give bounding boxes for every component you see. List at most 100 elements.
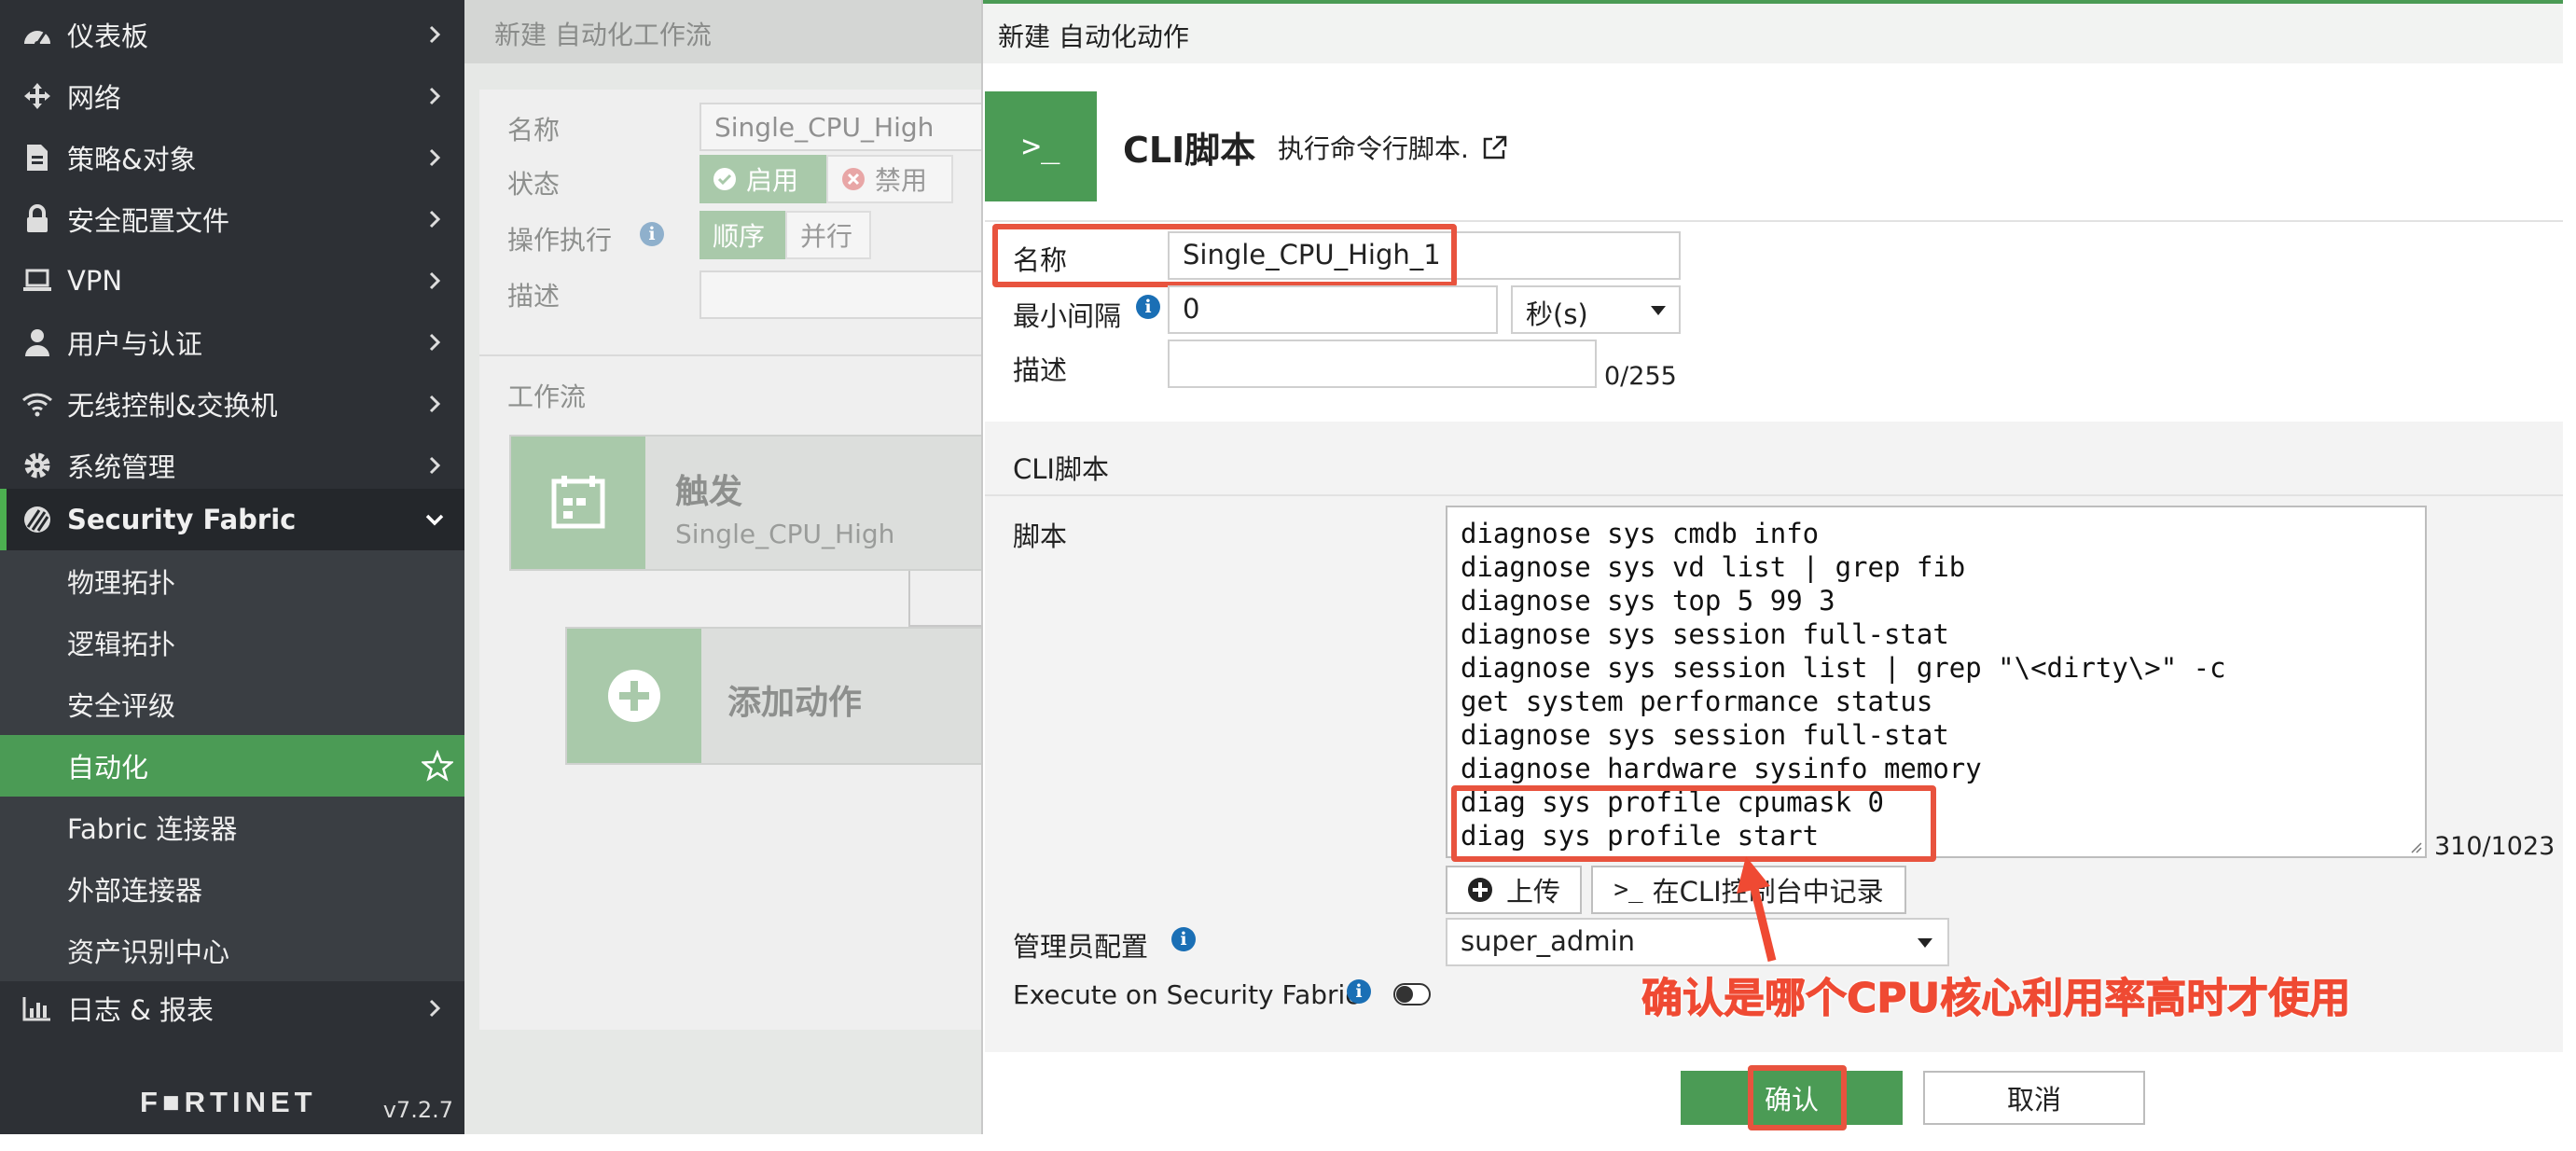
chevron-right-icon [429, 999, 441, 1018]
gear-icon [21, 449, 54, 482]
sidebar-item-policy-objects[interactable]: 策略&对象 [0, 127, 464, 188]
version-label: v7.2.7 [382, 1097, 453, 1123]
sidebar-item-vpn[interactable]: VPN [0, 250, 464, 312]
network-arrows-icon [21, 79, 54, 113]
cancel-button[interactable]: 取消 [1923, 1071, 2145, 1125]
sidebar-item-system[interactable]: 系统管理 [0, 435, 464, 496]
sidebar-item-label: 日志 & 报表 [67, 994, 215, 1026]
connector-line [908, 571, 910, 627]
caret-down-icon [1651, 306, 1666, 315]
chevron-right-icon [429, 148, 441, 167]
dialog-title: 新建 自动化动作 [998, 21, 1189, 52]
script-line: diag sys profile cpumask 0 [1461, 786, 1884, 818]
sidebar-item-label: 用户与认证 [67, 328, 203, 360]
script-line: diag sys profile start [1461, 820, 1820, 852]
script-counter: 310/1023 [2434, 832, 2555, 861]
sidebar: 仪表板 网络 策略&对象 安全配置文件 VPN 用户与认证 无线控制&交换机 系… [0, 0, 464, 1134]
sidebar-item-label: 系统管理 [67, 451, 176, 483]
script-line: diagnose sys session full-stat [1461, 719, 1949, 751]
sidebar-item-user-auth[interactable]: 用户与认证 [0, 312, 464, 373]
external-link-icon[interactable] [1481, 133, 1509, 161]
script-textarea[interactable]: diagnose sys cmdb info diagnose sys vd li… [1446, 506, 2427, 858]
confirm-button[interactable]: 确认 [1681, 1071, 1903, 1125]
parallel-label: 并行 [800, 221, 853, 252]
script-line: diagnose sys session list | grep "\<dirt… [1461, 652, 2226, 684]
terminal-icon: >_ [985, 91, 1097, 201]
workflow-header: 新建 自动化工作流 [464, 0, 981, 63]
trigger-card[interactable]: 触发 Single_CPU_High [509, 435, 994, 571]
workflow-name-input[interactable]: Single_CPU_High [699, 103, 998, 151]
sequential-toggle[interactable]: 顺序 [699, 211, 785, 259]
add-action-card[interactable]: 添加动作 [565, 627, 1004, 765]
terminal-icon: >_ [1613, 876, 1643, 904]
workflow-name-label: 名称 [507, 115, 561, 146]
disable-label: 禁用 [875, 165, 928, 196]
sidebar-item-label: 自动化 [67, 752, 149, 784]
sidebar-item-label: 安全评级 [67, 690, 176, 722]
script-line: diagnose hardware sysinfo memory [1461, 753, 1982, 784]
info-icon: i [1171, 927, 1196, 951]
cross-circle-icon [842, 168, 865, 190]
workflow-desc-input[interactable] [699, 270, 998, 319]
sidebar-item-log-report[interactable]: 日志 & 报表 [0, 978, 464, 1039]
chevron-right-icon [429, 271, 441, 290]
interval-unit-select[interactable]: 秒(s) [1511, 285, 1681, 334]
desc-counter: 0/255 [1604, 362, 1677, 391]
divider [985, 220, 2563, 222]
sidebar-item-security-fabric[interactable]: Security Fabric [0, 489, 464, 550]
caret-down-icon [1918, 938, 1932, 948]
sidebar-subitem-automation[interactable]: 自动化 [0, 735, 464, 797]
chart-icon [21, 992, 54, 1025]
sidebar-subitem-fabric-connectors[interactable]: Fabric 连接器 [0, 797, 464, 858]
sidebar-item-label: 策略&对象 [67, 144, 197, 175]
sidebar-subitem-asset-identity[interactable]: 资产识别中心 [0, 920, 464, 981]
chevron-down-icon [425, 514, 444, 526]
sidebar-subitem-external-connectors[interactable]: 外部连接器 [0, 858, 464, 920]
enable-toggle[interactable]: 启用 [699, 155, 826, 203]
min-interval-input[interactable]: 0 [1168, 285, 1498, 334]
star-icon[interactable] [422, 750, 453, 782]
workflow-title: 新建 自动化工作流 [494, 20, 712, 50]
divider [479, 354, 983, 356]
user-icon [21, 326, 54, 359]
script-line: diagnose sys top 5 99 3 [1461, 585, 1835, 617]
sidebar-subitem-logical-topology[interactable]: 逻辑拓扑 [0, 612, 464, 673]
sidebar-item-label: 仪表板 [67, 21, 149, 52]
sidebar-item-security-profiles[interactable]: 安全配置文件 [0, 188, 464, 250]
sidebar-item-dashboard[interactable]: 仪表板 [0, 4, 464, 65]
exec-mode-label: 操作执行 [507, 225, 613, 256]
sidebar-item-label: 物理拓扑 [67, 567, 176, 599]
calendar-icon [551, 476, 605, 529]
sidebar-item-label: Security Fabric [67, 504, 297, 535]
action-name-input[interactable]: Single_CPU_High_1 [1168, 231, 1681, 280]
cli-script-desc: 执行命令行脚本. [1278, 129, 1509, 166]
parallel-toggle[interactable]: 并行 [785, 211, 871, 259]
disable-toggle[interactable]: 禁用 [826, 155, 953, 203]
sidebar-subitem-security-rating[interactable]: 安全评级 [0, 673, 464, 735]
sidebar-item-wireless-switch[interactable]: 无线控制&交换机 [0, 373, 464, 435]
script-line: diagnose sys cmdb info [1461, 518, 1820, 549]
sidebar-item-label: 逻辑拓扑 [67, 629, 176, 660]
policy-doc-icon [21, 141, 54, 174]
sidebar-item-label: 资产识别中心 [67, 936, 230, 968]
workflow-status-label: 状态 [507, 169, 561, 200]
dialog-title-bar: 新建 自动化动作 [983, 0, 2563, 63]
chevron-right-icon [429, 25, 441, 44]
script-line: diagnose sys vd list | grep fib [1461, 551, 1966, 583]
chevron-right-icon [429, 395, 441, 413]
record-in-cli-button[interactable]: >_ 在CLI控制台中记录 [1591, 866, 1906, 914]
sidebar-subitem-physical-topology[interactable]: 物理拓扑 [0, 550, 464, 612]
action-name-label: 名称 [1013, 244, 1068, 276]
wifi-icon [21, 387, 54, 421]
upload-button[interactable]: 上传 [1446, 866, 1582, 914]
chevron-right-icon [429, 333, 441, 352]
admin-profile-select[interactable]: super_admin [1446, 918, 1949, 966]
resize-handle-icon[interactable] [2408, 839, 2423, 854]
sidebar-item-label: 无线控制&交换机 [67, 390, 278, 422]
sidebar-item-network[interactable]: 网络 [0, 65, 464, 127]
execute-fabric-toggle[interactable] [1393, 983, 1431, 1005]
action-desc-input[interactable] [1168, 340, 1597, 388]
execute-fabric-label: Execute on Security Fabric [1013, 979, 1360, 1010]
chevron-right-icon [429, 210, 441, 229]
info-icon: i [1136, 295, 1160, 319]
